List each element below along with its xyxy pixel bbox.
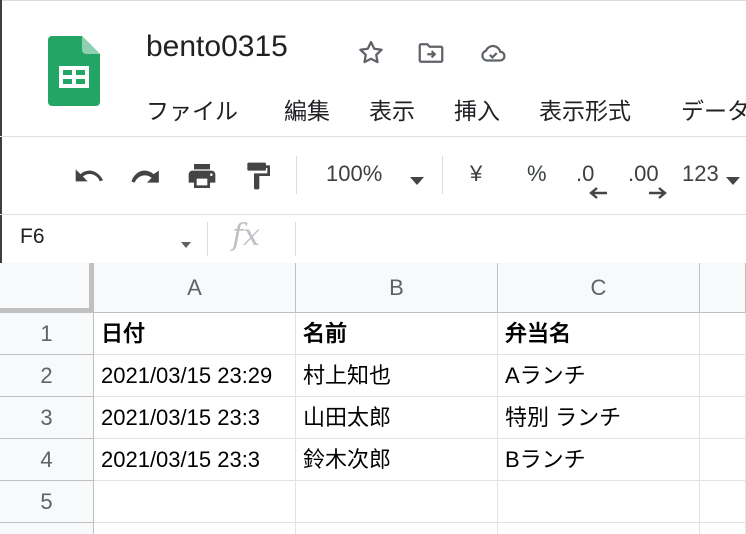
row-header[interactable]: 5 [0,481,94,523]
table-cell[interactable]: 2021/03/15 23:3 [94,439,296,481]
table-cell[interactable]: Bランチ [498,439,700,481]
formula-input[interactable] [310,222,746,256]
menu-view[interactable]: 表示 [369,92,415,126]
table-cell[interactable] [498,481,700,523]
row-header[interactable] [0,523,94,534]
column-header-d[interactable] [700,263,746,313]
table-cell[interactable] [700,481,746,523]
table-cell[interactable]: 山田太郎 [296,397,498,439]
table-cell[interactable] [94,481,296,523]
table-cell[interactable]: 2021/03/15 23:3 [94,397,296,439]
arrow-left-icon [588,186,608,204]
window-top-edge [0,0,746,7]
formula-divider [207,222,208,256]
table-cell[interactable] [700,523,746,534]
row-header[interactable]: 4 [0,439,94,481]
paint-format-icon[interactable] [242,160,274,192]
table-cell[interactable]: 日付 [94,313,296,355]
increase-decimal-button[interactable]: .00 [628,161,659,187]
table-cell[interactable]: 2021/03/15 23:29 [94,355,296,397]
table-cell[interactable] [94,523,296,534]
table-cell[interactable]: 特別 ランチ [498,397,700,439]
table-cell[interactable]: Aランチ [498,355,700,397]
decrease-decimal-button[interactable]: .0 [576,161,594,187]
spreadsheet-grid: A B C 1 日付 名前 弁当名 2 2021/03/15 23:29 村上知… [0,263,746,534]
toolbar-top-divider [0,136,746,137]
table-cell[interactable]: 弁当名 [498,313,700,355]
table-cell[interactable]: 鈴木次郎 [296,439,498,481]
table-cell[interactable] [700,313,746,355]
undo-icon[interactable] [73,160,105,192]
document-title[interactable]: bento0315 [146,30,288,64]
menu-format[interactable]: 表示形式 [539,92,631,126]
cloud-saved-icon[interactable] [476,38,506,68]
redo-icon[interactable] [129,160,161,192]
row-header[interactable]: 2 [0,355,94,397]
toolbar-divider [296,156,297,194]
arrow-right-icon [648,186,668,204]
print-icon[interactable] [186,160,218,192]
function-icon: fx [232,218,261,253]
table-cell[interactable] [700,439,746,481]
column-header-b[interactable]: B [296,263,498,313]
table-cell[interactable] [296,481,498,523]
table-cell[interactable] [700,355,746,397]
table-cell[interactable] [296,523,498,534]
toolbar-divider [442,156,443,194]
menu-insert[interactable]: 挿入 [454,92,500,126]
sheets-logo-icon[interactable] [48,36,100,106]
menu-data[interactable]: データ [681,92,746,126]
row-header[interactable]: 1 [0,313,94,355]
table-cell[interactable]: 名前 [296,313,498,355]
menu-edit[interactable]: 編集 [284,92,330,126]
column-header-c[interactable]: C [498,263,700,313]
more-formats-arrow-icon[interactable] [724,173,742,191]
formula-bar-divider [0,214,746,215]
name-box-dropdown-icon[interactable] [180,236,192,254]
format-percent-button[interactable]: % [527,161,547,187]
table-cell[interactable] [700,397,746,439]
star-icon[interactable] [356,38,386,68]
move-to-folder-icon[interactable] [415,38,445,68]
table-cell[interactable]: 村上知也 [296,355,498,397]
name-box[interactable]: F6 [20,225,45,249]
select-all-corner[interactable] [0,263,94,313]
column-header-a[interactable]: A [94,263,296,313]
zoom-dropdown-arrow-icon[interactable] [408,173,426,191]
more-formats-button[interactable]: 123 [682,161,719,187]
formula-divider [295,222,296,256]
menu-file[interactable]: ファイル [146,92,238,126]
format-currency-button[interactable]: ¥ [470,161,482,187]
row-header[interactable]: 3 [0,397,94,439]
zoom-select[interactable]: 100% [326,161,382,187]
table-cell[interactable] [498,523,700,534]
